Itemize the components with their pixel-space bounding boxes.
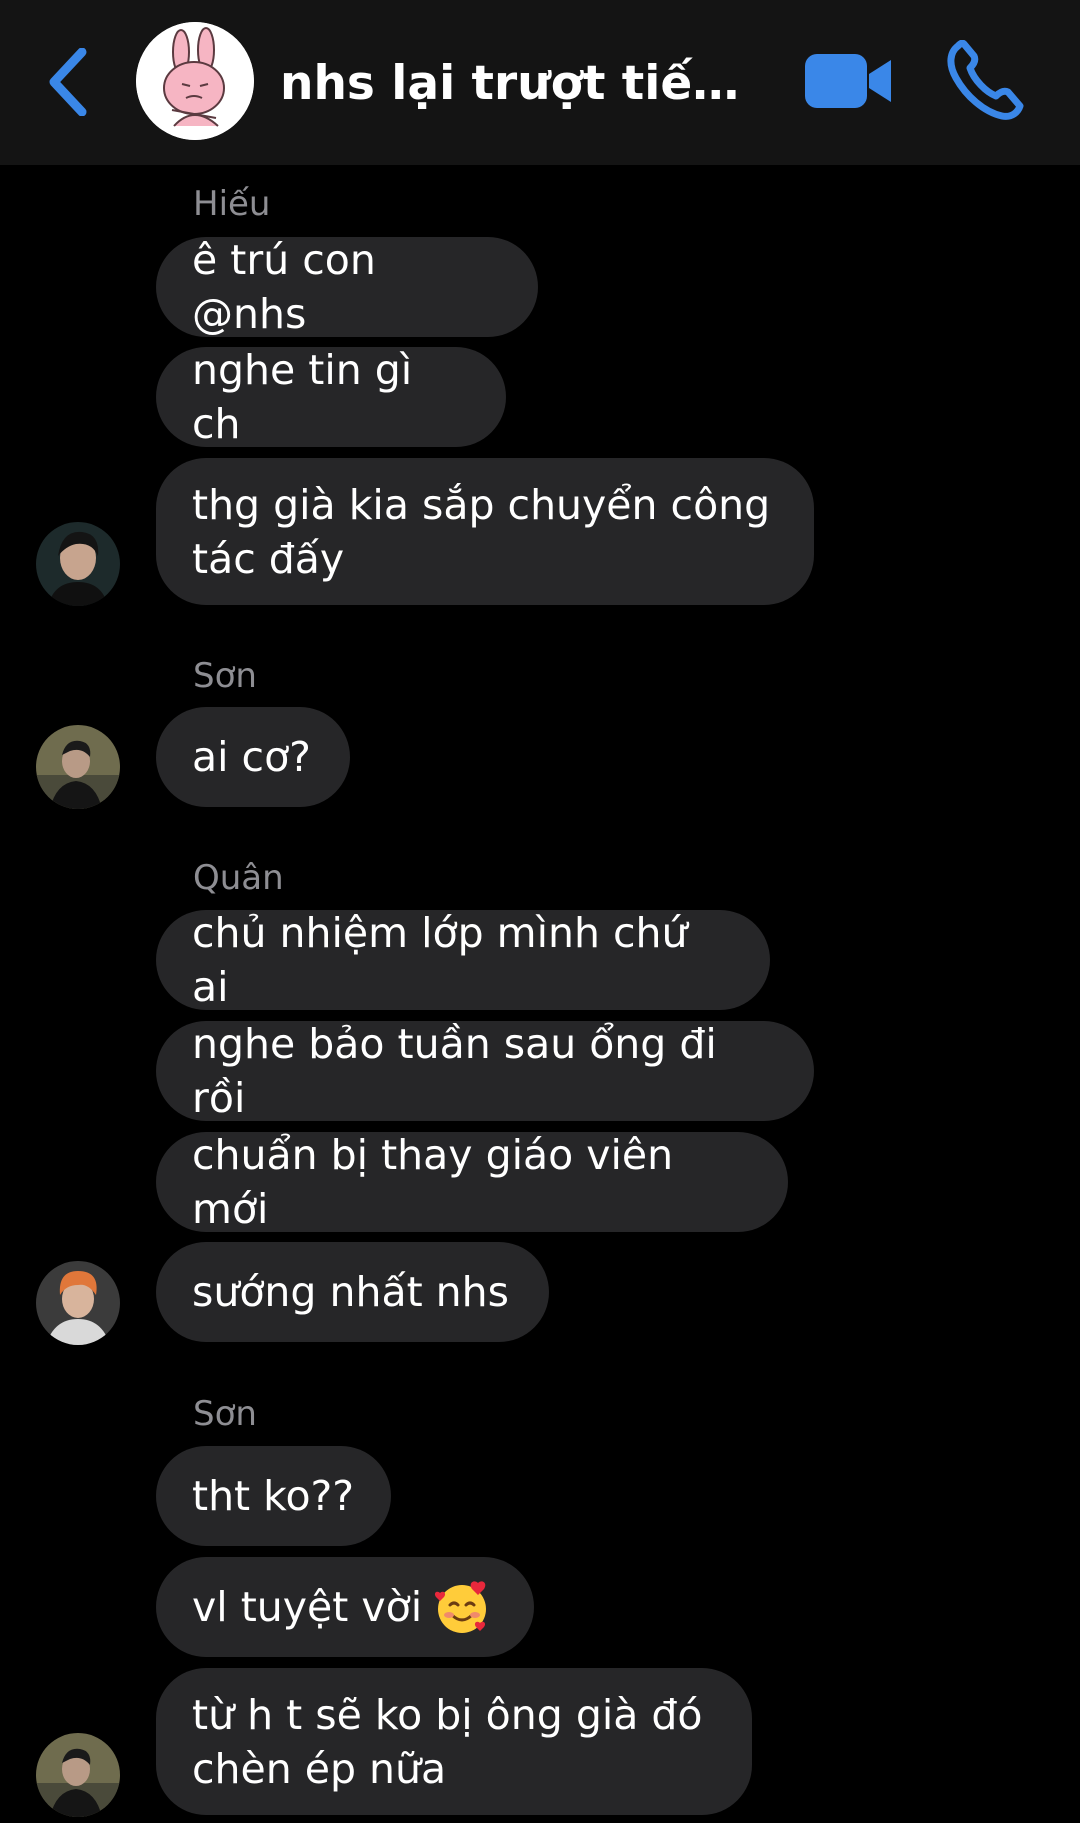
message-text: nghe tin gì ch	[192, 346, 413, 448]
message-text: thg già kia sắp chuyển công tác đấy	[192, 480, 771, 583]
video-camera-icon	[805, 54, 891, 108]
video-call-button[interactable]	[803, 48, 895, 114]
group-avatar[interactable]	[136, 22, 254, 140]
avatar[interactable]	[36, 522, 120, 606]
message-bubble[interactable]: thg già kia sắp chuyển công tác đấy	[156, 458, 814, 605]
chevron-left-icon	[49, 48, 87, 116]
sender-name: Quân	[193, 858, 284, 898]
profile-photo-icon	[36, 725, 120, 809]
message-bubble[interactable]: ê trú con @nhs	[156, 236, 538, 338]
smiling-face-with-hearts-icon	[435, 1581, 487, 1633]
back-button[interactable]	[40, 46, 96, 118]
message-bubble[interactable]: từ h t sẽ ko bị ông già đó chèn ép nữa	[156, 1668, 752, 1815]
sender-name: Hiếu	[193, 184, 271, 224]
message-text: ai cơ?	[192, 733, 311, 781]
rabbit-sticker-icon	[136, 22, 254, 140]
profile-photo-icon	[36, 1261, 120, 1345]
avatar[interactable]	[36, 1733, 120, 1817]
message-bubble[interactable]: sướng nhất nhs	[156, 1242, 549, 1342]
message-bubble[interactable]: chuẩn bị thay giáo viên mới	[156, 1131, 788, 1233]
chat-title[interactable]: nhs lại trượt tiếng ...	[280, 52, 770, 116]
profile-photo-icon	[36, 522, 120, 606]
phone-icon	[947, 39, 1024, 120]
message-text: từ h t sẽ ko bị ông già đó chèn ép nữa	[192, 1690, 703, 1793]
sender-name: Sơn	[193, 656, 257, 696]
message-text: sướng nhất nhs	[192, 1268, 510, 1316]
avatar[interactable]	[36, 1261, 120, 1345]
message-text: tht ko??	[192, 1472, 355, 1520]
message-bubble[interactable]: ai cơ?	[156, 707, 350, 807]
message-bubble[interactable]: vl tuyệt vời	[156, 1557, 534, 1657]
message-bubble[interactable]: chủ nhiệm lớp mình chứ ai	[156, 909, 770, 1011]
profile-photo-icon	[36, 1733, 120, 1817]
message-text: chuẩn bị thay giáo viên mới	[192, 1131, 674, 1233]
message-bubble[interactable]: nghe bảo tuần sau ổng đi rồi	[156, 1020, 814, 1122]
chat-header: nhs lại trượt tiếng ...	[0, 0, 1080, 165]
message-text: nghe bảo tuần sau ổng đi rồi	[192, 1020, 717, 1122]
avatar[interactable]	[36, 725, 120, 809]
message-text: chủ nhiệm lớp mình chứ ai	[192, 909, 688, 1011]
message-text: vl tuyệt vời	[192, 1583, 423, 1631]
message-text: ê trú con @nhs	[192, 236, 376, 338]
voice-call-button[interactable]	[944, 39, 1024, 120]
message-bubble[interactable]: nghe tin gì ch	[156, 346, 506, 448]
message-bubble[interactable]: tht ko??	[156, 1446, 391, 1546]
sender-name: Sơn	[193, 1394, 257, 1434]
